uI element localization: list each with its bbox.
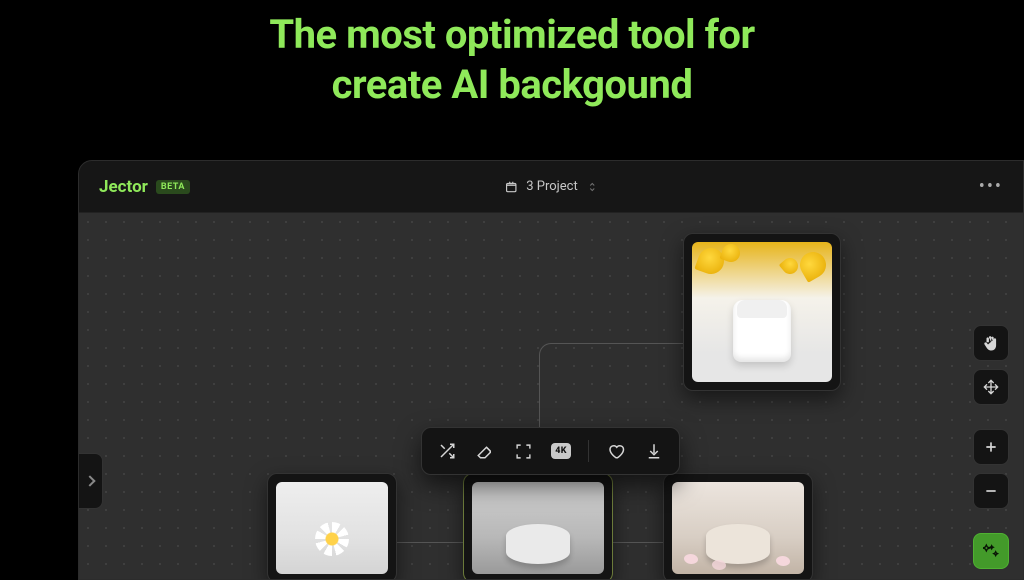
erase-icon[interactable] <box>470 436 500 466</box>
node-thumbnail <box>672 482 804 574</box>
zoom-in-button[interactable] <box>973 429 1009 465</box>
chevron-updown-icon <box>586 181 598 193</box>
fourk-button[interactable]: 4K <box>546 436 576 466</box>
node-thumbnail <box>276 482 388 574</box>
project-icon <box>504 180 518 194</box>
app-bar: Jector BETA 3 Project ••• <box>79 161 1023 213</box>
more-menu-button[interactable]: ••• <box>979 176 1003 197</box>
headline-line-1: The most optimized tool for <box>0 10 1024 60</box>
divider <box>588 440 589 462</box>
magic-tool-button[interactable] <box>973 533 1009 569</box>
hand-tool-button[interactable] <box>973 325 1009 361</box>
project-label: 3 Project <box>526 179 578 194</box>
view-toolbar <box>973 325 1009 569</box>
move-tool-button[interactable] <box>973 369 1009 405</box>
app-window: Jector BETA 3 Project ••• <box>78 160 1024 580</box>
left-drawer-handle[interactable] <box>79 453 103 509</box>
node-thumbnail <box>692 242 832 382</box>
download-icon[interactable] <box>639 436 669 466</box>
project-selector[interactable]: 3 Project <box>504 179 598 194</box>
canvas-node-selected[interactable] <box>463 473 613 580</box>
app-logo[interactable]: Jector BETA <box>99 177 190 197</box>
canvas-node[interactable] <box>267 473 397 580</box>
logo-text: Jector <box>99 177 148 197</box>
zoom-out-button[interactable] <box>973 473 1009 509</box>
node-action-bar: 4K <box>421 427 680 475</box>
shuffle-icon[interactable] <box>432 436 462 466</box>
beta-badge: BETA <box>156 180 190 194</box>
heart-icon[interactable] <box>601 436 631 466</box>
hero-headline: The most optimized tool for create AI ba… <box>0 0 1024 110</box>
headline-line-2: create AI backgound <box>0 60 1024 110</box>
canvas-node[interactable] <box>663 473 813 580</box>
canvas[interactable]: 4K <box>79 213 1023 579</box>
node-thumbnail <box>472 482 604 574</box>
canvas-node[interactable] <box>683 233 841 391</box>
fullscreen-icon[interactable] <box>508 436 538 466</box>
